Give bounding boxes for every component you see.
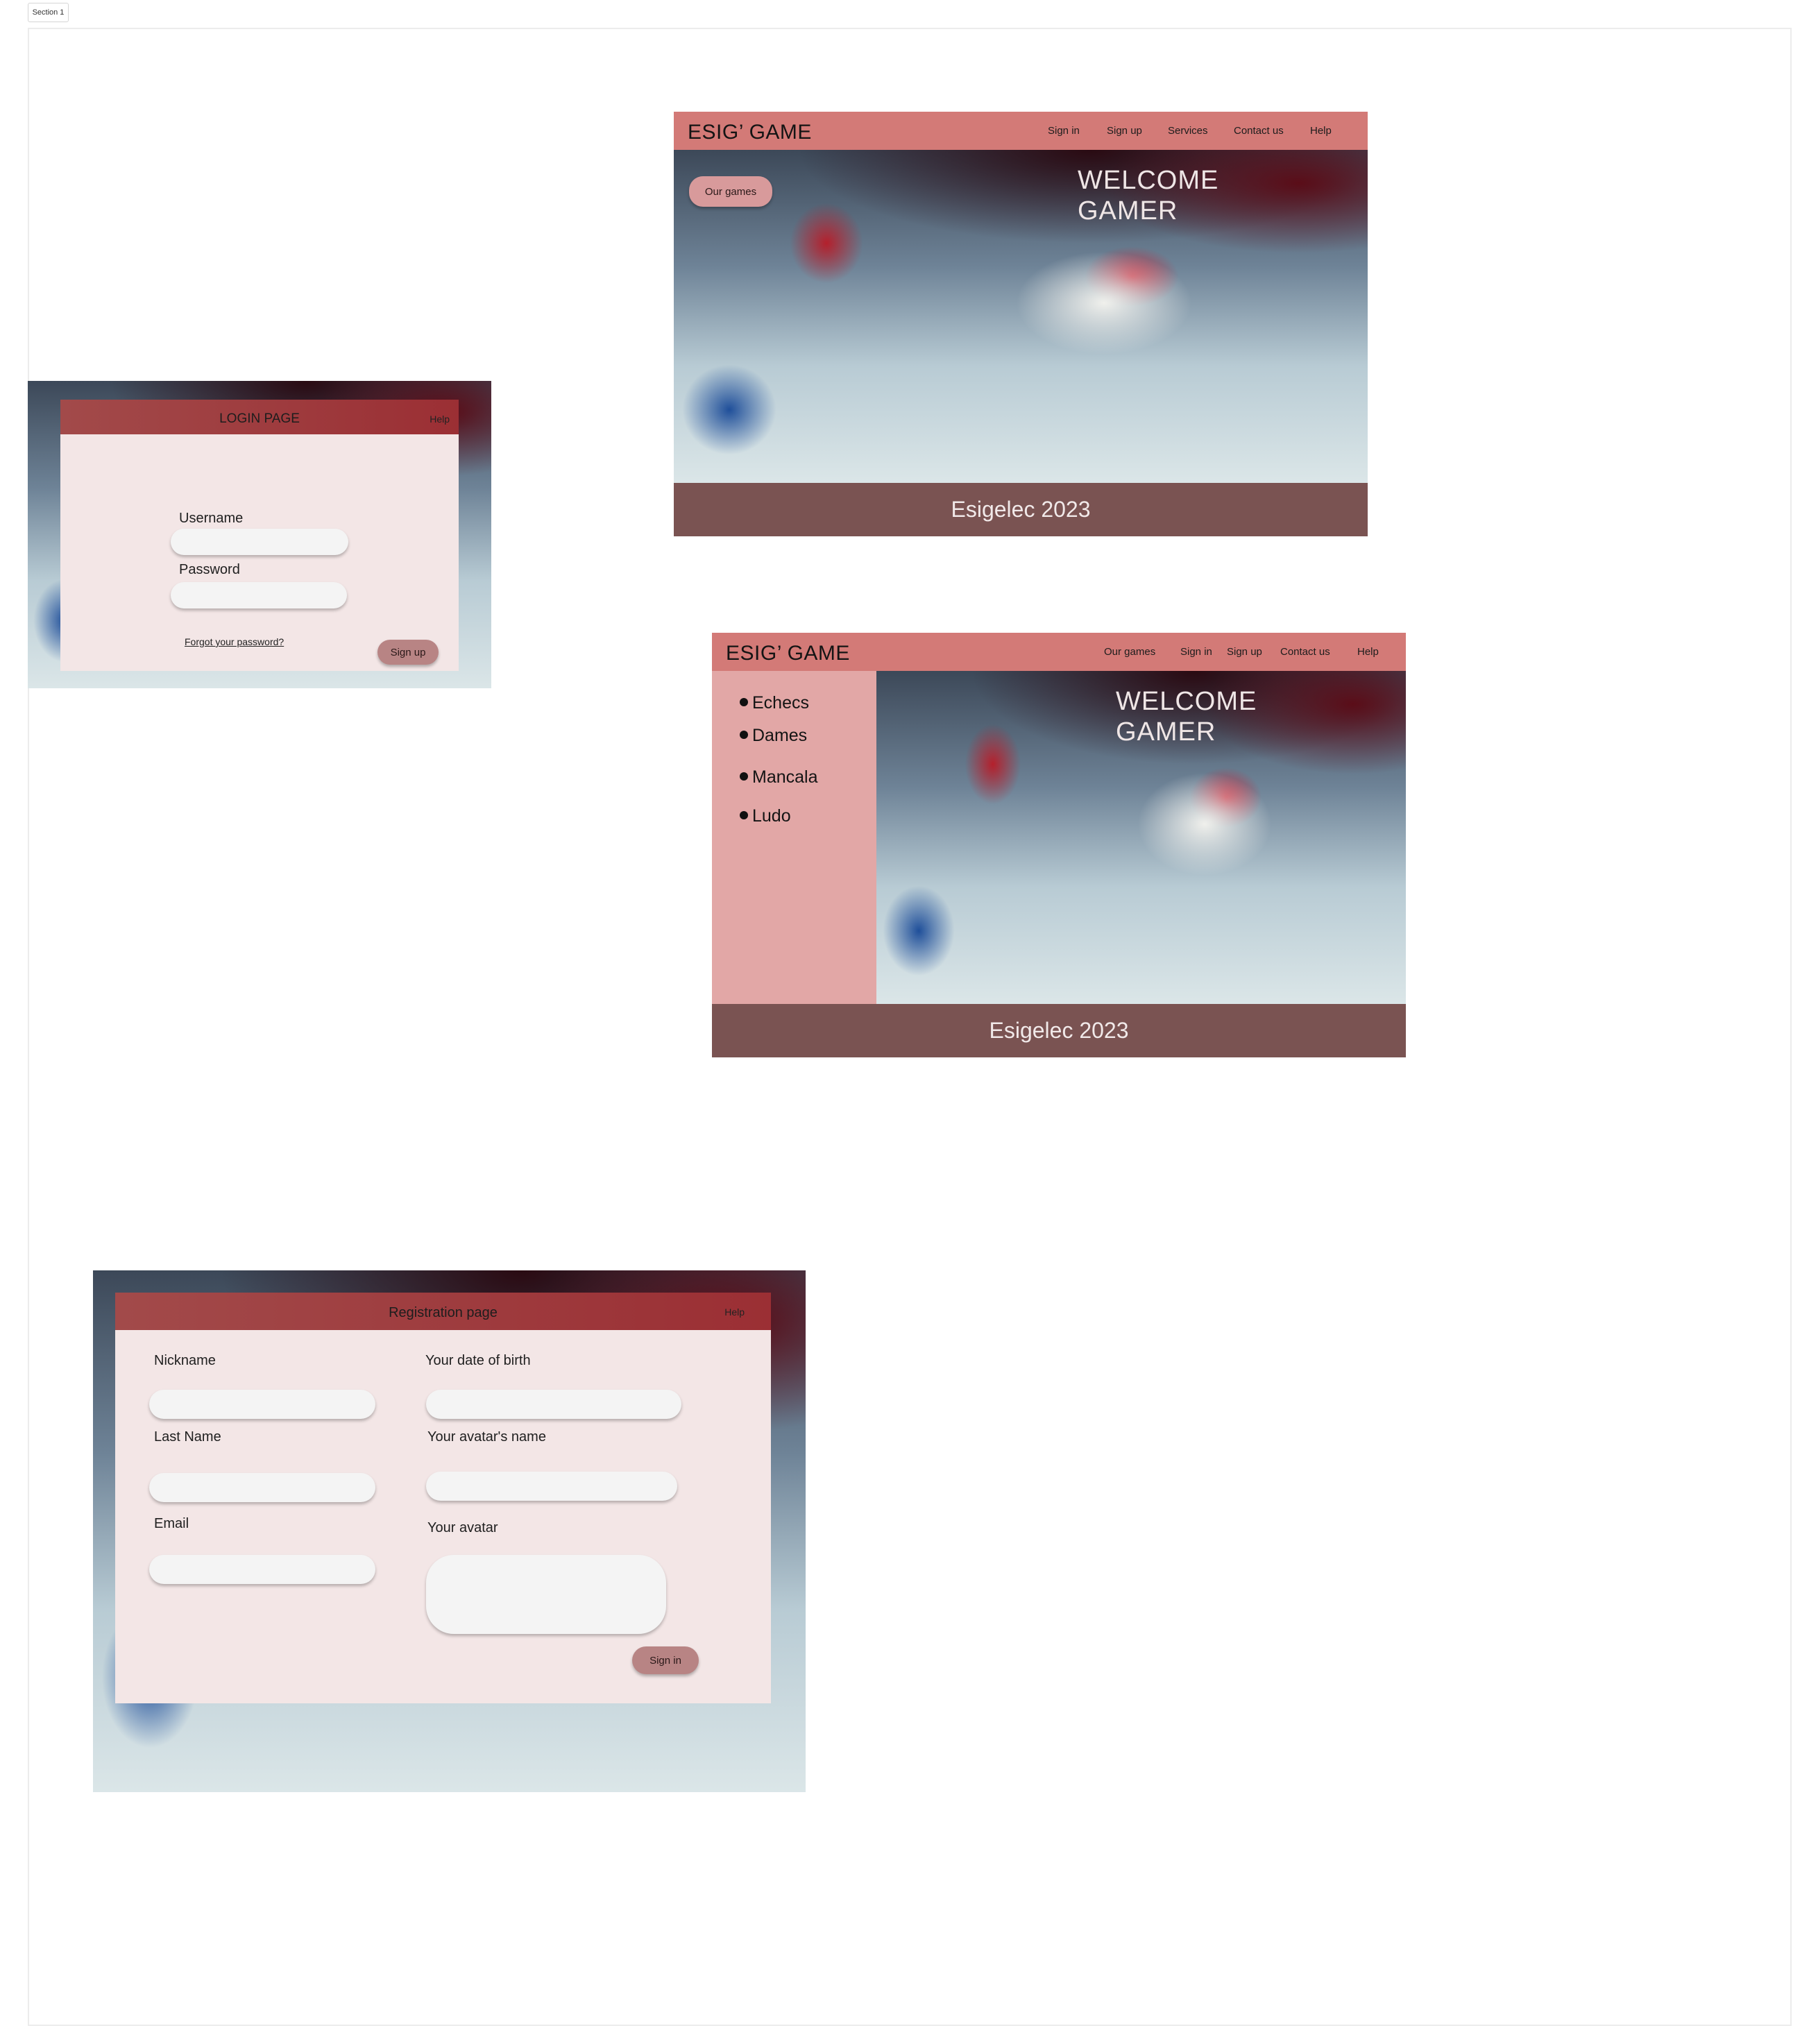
login-page-frame: LOGIN PAGE Help Username Password Forgot… bbox=[28, 381, 491, 688]
our-games-button[interactable]: Our games bbox=[689, 176, 772, 207]
game-item-mancala[interactable]: Mancala bbox=[740, 767, 818, 787]
nav-sign-up[interactable]: Sign up bbox=[1227, 646, 1262, 658]
game-item-ludo[interactable]: Ludo bbox=[740, 806, 791, 826]
games-sidebar: Echecs Dames Mancala Ludo bbox=[712, 671, 876, 1004]
bullet-icon bbox=[740, 698, 748, 707]
date-of-birth-input[interactable] bbox=[426, 1390, 681, 1419]
nav-sign-in[interactable]: Sign in bbox=[1048, 125, 1080, 137]
footer-text: Esigelec 2023 bbox=[989, 1018, 1129, 1043]
avatar-upload-box[interactable] bbox=[426, 1555, 666, 1634]
last-name-label: Last Name bbox=[154, 1429, 221, 1445]
sign-in-button[interactable]: Sign in bbox=[632, 1646, 699, 1674]
game-label: Dames bbox=[752, 726, 808, 745]
bullet-icon bbox=[740, 731, 748, 740]
nav-bar: ESIG’ GAME Our games Sign in Sign up Con… bbox=[712, 633, 1406, 671]
email-label: Email bbox=[154, 1516, 189, 1531]
footer-text: Esigelec 2023 bbox=[951, 497, 1091, 522]
home-games-page-frame: ESIG’ GAME Our games Sign in Sign up Con… bbox=[712, 633, 1406, 1057]
nav-bar: ESIG’ GAME Sign in Sign up Services Cont… bbox=[674, 112, 1368, 150]
forgot-password-link[interactable]: Forgot your password? bbox=[185, 636, 284, 647]
avatar-name-input[interactable] bbox=[426, 1472, 677, 1501]
hero-image: Our games WELCOME GAMER bbox=[674, 150, 1368, 483]
last-name-input[interactable] bbox=[149, 1473, 375, 1502]
welcome-line-2: GAMER bbox=[1078, 196, 1178, 225]
password-label: Password bbox=[179, 562, 240, 577]
hero-image: WELCOME GAMER bbox=[876, 671, 1406, 1004]
username-input[interactable] bbox=[171, 529, 348, 555]
game-item-dames[interactable]: Dames bbox=[740, 726, 807, 746]
brand-logo[interactable]: ESIG’ GAME bbox=[688, 121, 812, 144]
email-input[interactable] bbox=[149, 1555, 375, 1584]
help-link[interactable]: Help bbox=[724, 1306, 745, 1318]
brand-logo[interactable]: ESIG’ GAME bbox=[726, 642, 850, 665]
password-input[interactable] bbox=[171, 582, 347, 608]
nav-contact-us[interactable]: Contact us bbox=[1234, 125, 1284, 137]
section-label[interactable]: Section 1 bbox=[28, 3, 69, 22]
welcome-line-2: GAMER bbox=[1116, 717, 1216, 747]
nav-our-games[interactable]: Our games bbox=[1104, 646, 1155, 658]
registration-header: Registration page Help bbox=[115, 1293, 771, 1330]
bullet-icon bbox=[740, 772, 748, 781]
nav-sign-up[interactable]: Sign up bbox=[1107, 125, 1142, 137]
nav-contact-us[interactable]: Contact us bbox=[1280, 646, 1330, 658]
home-page-frame: ESIG’ GAME Sign in Sign up Services Cont… bbox=[674, 112, 1368, 536]
avatar-label: Your avatar bbox=[427, 1520, 498, 1535]
login-header: LOGIN PAGE Help bbox=[60, 400, 459, 434]
login-card: LOGIN PAGE Help Username Password Forgot… bbox=[60, 400, 459, 671]
game-label: Echecs bbox=[752, 693, 809, 713]
nav-sign-in[interactable]: Sign in bbox=[1180, 646, 1212, 658]
nav-help[interactable]: Help bbox=[1357, 646, 1379, 658]
registration-card: Registration page Help Nickname Last Nam… bbox=[115, 1293, 771, 1703]
sign-up-button[interactable]: Sign up bbox=[377, 640, 439, 665]
page-title: Registration page bbox=[389, 1305, 498, 1320]
welcome-line-1: WELCOME bbox=[1078, 166, 1219, 195]
help-link[interactable]: Help bbox=[430, 414, 450, 425]
nav-services[interactable]: Services bbox=[1168, 125, 1208, 137]
registration-page-frame: Registration page Help Nickname Last Nam… bbox=[93, 1270, 806, 1792]
game-label: Ludo bbox=[752, 806, 791, 826]
nav-help[interactable]: Help bbox=[1310, 125, 1332, 137]
footer-bar: Esigelec 2023 bbox=[712, 1004, 1406, 1057]
username-label: Username bbox=[179, 511, 244, 526]
page-title: LOGIN PAGE bbox=[219, 411, 300, 426]
game-label: Mancala bbox=[752, 767, 818, 787]
nickname-label: Nickname bbox=[154, 1353, 216, 1368]
game-item-echecs[interactable]: Echecs bbox=[740, 693, 809, 713]
avatar-name-label: Your avatar's name bbox=[427, 1429, 546, 1445]
date-of-birth-label: Your date of birth bbox=[425, 1353, 531, 1368]
footer-bar: Esigelec 2023 bbox=[674, 483, 1368, 536]
bullet-icon bbox=[740, 811, 748, 820]
welcome-line-1: WELCOME bbox=[1116, 687, 1257, 716]
nickname-input[interactable] bbox=[149, 1390, 375, 1419]
